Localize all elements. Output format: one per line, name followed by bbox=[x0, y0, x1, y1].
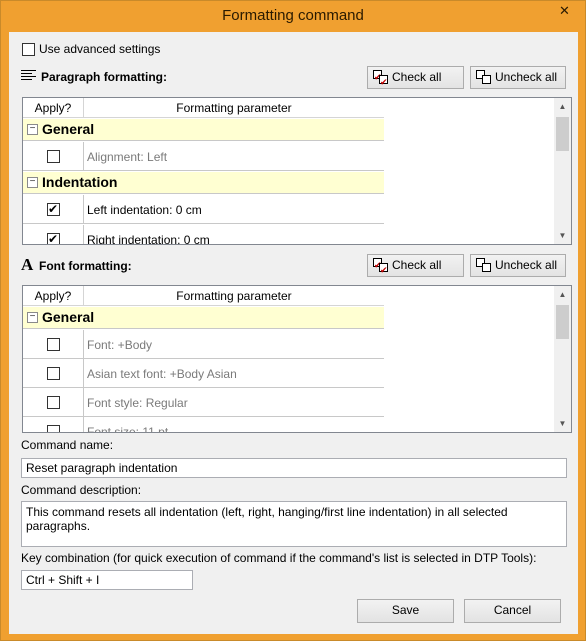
apply-checkbox[interactable] bbox=[47, 338, 60, 351]
table-row: Font: +Body bbox=[23, 330, 384, 359]
check-all-label: Check all bbox=[392, 258, 442, 272]
scroll-up-icon[interactable]: ▲ bbox=[554, 98, 571, 115]
parameter-text: Font size: 11 pt bbox=[87, 425, 169, 433]
scroll-down-icon[interactable]: ▼ bbox=[554, 415, 571, 432]
uncheck-all-label: Uncheck all bbox=[495, 70, 558, 84]
font-parameters-grid[interactable]: Apply? Formatting parameter − General Fo… bbox=[22, 285, 572, 433]
scroll-thumb[interactable] bbox=[556, 305, 569, 339]
cancel-button[interactable]: Cancel bbox=[464, 599, 561, 623]
font-uncheck-all-button[interactable]: Uncheck all bbox=[470, 254, 566, 277]
paragraph-parameters-grid[interactable]: Apply? Formatting parameter − General Al… bbox=[22, 97, 572, 245]
font-grid-scrollbar[interactable]: ▲ ▼ bbox=[554, 286, 571, 432]
apply-checkbox[interactable] bbox=[47, 232, 60, 244]
title-bar[interactable]: Formatting command ✕ bbox=[1, 1, 585, 32]
command-name-label: Command name: bbox=[21, 438, 114, 452]
dialog-body: Use advanced settings Paragraph formatti… bbox=[9, 32, 578, 634]
group-row[interactable]: − General bbox=[23, 307, 384, 329]
grid-header: Apply? Formatting parameter bbox=[23, 98, 384, 118]
apply-checkbox[interactable] bbox=[47, 367, 60, 380]
scroll-thumb[interactable] bbox=[556, 117, 569, 151]
paragraph-check-all-button[interactable]: Check all bbox=[367, 66, 464, 93]
apply-checkbox[interactable] bbox=[47, 425, 60, 432]
group-name: General bbox=[42, 121, 95, 137]
parameter-text: Right indentation: 0 cm bbox=[87, 233, 210, 245]
command-name-input[interactable]: Reset paragraph indentation bbox=[21, 458, 567, 478]
column-header-apply[interactable]: Apply? bbox=[23, 286, 84, 306]
parameter-text: Alignment: Left bbox=[87, 150, 168, 164]
paragraph-lines-icon bbox=[21, 70, 37, 82]
parameter-text: Font: +Body bbox=[87, 338, 153, 352]
collapse-icon[interactable]: − bbox=[27, 312, 38, 323]
parameter-text: Left indentation: 0 cm bbox=[87, 203, 202, 217]
paragraph-uncheck-all-button[interactable]: Uncheck all bbox=[470, 66, 566, 89]
scroll-down-icon[interactable]: ▼ bbox=[554, 227, 571, 244]
dialog-window: Formatting command ✕ Use advanced settin… bbox=[0, 0, 586, 641]
group-name: General bbox=[42, 309, 95, 325]
font-check-all-button[interactable]: Check all bbox=[367, 254, 464, 281]
table-row: Font size: 11 pt bbox=[23, 417, 384, 433]
check-all-icon bbox=[372, 255, 389, 281]
table-row: Right indentation: 0 cm bbox=[23, 225, 384, 245]
command-description-label: Command description: bbox=[21, 483, 142, 497]
save-button[interactable]: Save bbox=[357, 599, 454, 623]
column-header-apply[interactable]: Apply? bbox=[23, 98, 84, 118]
font-letter-a-icon: A bbox=[21, 255, 34, 274]
advanced-settings-checkbox[interactable] bbox=[22, 43, 35, 56]
table-row: Font style: Regular bbox=[23, 388, 384, 417]
command-description-textarea[interactable]: This command resets all indentation (lef… bbox=[21, 501, 567, 547]
column-header-parameter[interactable]: Formatting parameter bbox=[84, 286, 384, 306]
advanced-settings-label: Use advanced settings bbox=[39, 42, 161, 56]
group-row[interactable]: − General bbox=[23, 119, 384, 141]
parameter-text: Asian text font: +Body Asian bbox=[87, 367, 237, 381]
close-icon[interactable]: ✕ bbox=[551, 2, 578, 19]
collapse-icon[interactable]: − bbox=[27, 124, 38, 135]
uncheck-all-icon bbox=[475, 69, 492, 84]
table-row: Left indentation: 0 cm bbox=[23, 195, 384, 224]
scroll-up-icon[interactable]: ▲ bbox=[554, 286, 571, 303]
window-title: Formatting command bbox=[222, 7, 364, 24]
column-header-parameter[interactable]: Formatting parameter bbox=[84, 98, 384, 118]
font-section-label: Font formatting: bbox=[39, 259, 132, 273]
apply-checkbox[interactable] bbox=[47, 202, 60, 216]
apply-checkbox[interactable] bbox=[47, 150, 60, 163]
group-name: Indentation bbox=[42, 174, 118, 190]
table-row: Alignment: Left bbox=[23, 142, 384, 171]
collapse-icon[interactable]: − bbox=[27, 177, 38, 188]
grid-header: Apply? Formatting parameter bbox=[23, 286, 384, 306]
key-combination-input[interactable]: Ctrl + Shift + I bbox=[21, 570, 193, 590]
paragraph-section-label: Paragraph formatting: bbox=[41, 70, 168, 84]
check-all-icon bbox=[372, 67, 389, 93]
uncheck-all-label: Uncheck all bbox=[495, 258, 558, 272]
group-row[interactable]: − Indentation bbox=[23, 172, 384, 194]
table-row: Asian text font: +Body Asian bbox=[23, 359, 384, 388]
key-combination-label: Key combination (for quick execution of … bbox=[21, 551, 537, 565]
apply-checkbox[interactable] bbox=[47, 396, 60, 409]
check-all-label: Check all bbox=[392, 70, 442, 84]
parameter-text: Font style: Regular bbox=[87, 396, 188, 410]
uncheck-all-icon bbox=[475, 257, 492, 272]
paragraph-grid-scrollbar[interactable]: ▲ ▼ bbox=[554, 98, 571, 244]
